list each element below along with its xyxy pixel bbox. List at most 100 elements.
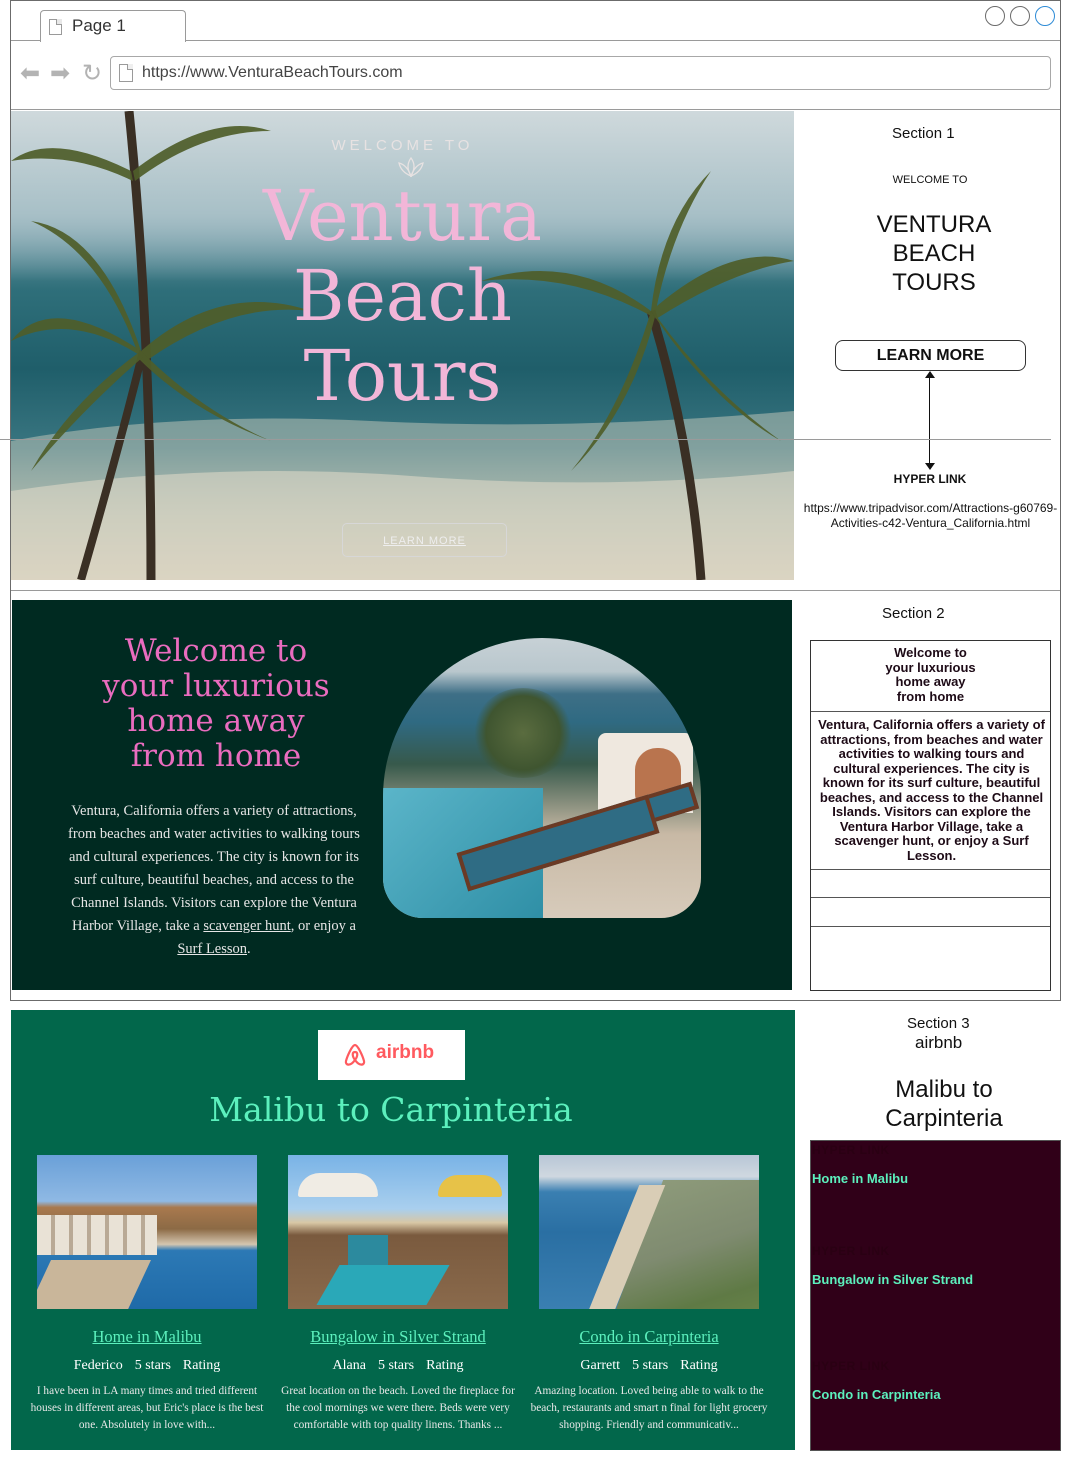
section-2-body-note: Ventura, California offers a variety of … bbox=[818, 717, 1045, 863]
review-rating-label: Rating bbox=[680, 1358, 718, 1373]
review-stars: 5 stars bbox=[377, 1358, 415, 1373]
hero-title-line-2: Beach bbox=[293, 255, 512, 337]
welcome-body-middle: , or enjoy a bbox=[290, 918, 356, 934]
section-1-title-line: VENTURA bbox=[876, 211, 992, 238]
hero-title-line-1: Ventura bbox=[262, 175, 543, 257]
scavenger-hunt-link[interactable]: scavenger hunt bbox=[203, 918, 290, 934]
section-divider bbox=[11, 590, 1060, 591]
section-3-title-note: Malibu to Carpinteria bbox=[858, 1075, 1030, 1133]
browser-tab[interactable]: Page 1 bbox=[40, 10, 186, 42]
text-box-divider bbox=[811, 711, 1050, 712]
umbrella bbox=[298, 1173, 378, 1197]
section-1-label: Section 1 bbox=[892, 125, 955, 142]
maximize-icon[interactable] bbox=[1010, 6, 1030, 26]
section-2-heading-line: home away bbox=[895, 674, 966, 689]
welcome-heading: Welcome to your luxurious home away from… bbox=[72, 634, 360, 774]
surf-lesson-link[interactable]: Surf Lesson bbox=[177, 941, 247, 957]
section-1-title-line: TOURS bbox=[892, 269, 976, 296]
refresh-icon[interactable]: ↻ bbox=[82, 62, 102, 86]
welcome-heading-line: Welcome to bbox=[124, 633, 308, 669]
hero-learn-more-button[interactable]: LEARN MORE bbox=[342, 523, 507, 557]
section-2-text-box: Welcome to your luxurious home away from… bbox=[810, 640, 1051, 991]
home-in-malibu-link[interactable]: Home in Malibu bbox=[812, 1171, 908, 1186]
listings-heading: Malibu to Carpinteria bbox=[209, 1090, 573, 1129]
section-2-heading-line: your luxurious bbox=[885, 659, 976, 675]
section-1-title-line: BEACH bbox=[892, 240, 976, 267]
hero-title-line-3: Tours bbox=[303, 335, 502, 417]
malibu-home-photo[interactable] bbox=[37, 1155, 257, 1309]
condo-link[interactable]: Condo in Carpinteria bbox=[812, 1387, 941, 1402]
chrome-divider bbox=[11, 109, 1060, 110]
bungalow-link[interactable]: Bungalow in Silver Strand bbox=[812, 1272, 973, 1287]
arrow-down-icon bbox=[925, 463, 935, 470]
hyperlink-label: HYPER LINK bbox=[812, 1143, 890, 1157]
sand bbox=[37, 1260, 151, 1309]
section-2-heading-note: Welcome to your luxurious home away from… bbox=[811, 645, 1050, 704]
section-2-label: Section 2 bbox=[882, 605, 945, 622]
review-meta: Alana 5 stars Rating bbox=[268, 1358, 528, 1374]
text-box-divider bbox=[811, 869, 1050, 870]
beach-houses bbox=[37, 1215, 157, 1255]
text-box-divider bbox=[811, 926, 1050, 927]
page-icon bbox=[119, 64, 133, 82]
review-text: I have been in LA many times and tried d… bbox=[30, 1385, 264, 1431]
welcome-heading-line: your luxurious bbox=[102, 668, 330, 704]
airbnb-logo[interactable]: airbnb bbox=[318, 1030, 465, 1080]
review-text: Amazing location. Loved being able to wa… bbox=[530, 1385, 768, 1431]
hyperlink-label: HYPER LINK bbox=[812, 1359, 890, 1373]
section-3-label: Section 3 bbox=[907, 1015, 970, 1032]
review-meta: Federico 5 stars Rating bbox=[17, 1358, 277, 1374]
listing-link[interactable]: Bungalow in Silver Strand bbox=[268, 1327, 528, 1347]
hyperlink-label: HYPER LINK bbox=[893, 472, 967, 486]
listing-link[interactable]: Condo in Carpinteria bbox=[519, 1327, 779, 1347]
url-text: https://www.VenturaBeachTours.com bbox=[142, 64, 403, 81]
review-stars: 5 stars bbox=[134, 1358, 171, 1373]
reviewer-name: Alana bbox=[332, 1358, 366, 1373]
hyperlink-label: HYPER LINK bbox=[812, 1244, 890, 1258]
reviewer-name: Garrett bbox=[580, 1358, 621, 1373]
hero-banner: WELCOME TO Ventura Beach Tours LEARN MOR… bbox=[11, 111, 794, 580]
section-1-title-note: VENTURA BEACH TOURS bbox=[854, 210, 1014, 297]
section-3-links-box: HYPER LINK Home in Malibu HYPER LINK Bun… bbox=[810, 1140, 1061, 1451]
back-arrow-icon[interactable]: ⬅ bbox=[20, 62, 40, 86]
listings-panel: airbnb Malibu to Carpinteria Home in Mal… bbox=[11, 1010, 795, 1450]
learn-more-button-note[interactable]: LEARN MORE bbox=[835, 340, 1026, 371]
umbrella bbox=[438, 1175, 502, 1197]
reviewer-name: Federico bbox=[73, 1358, 123, 1373]
arrow-up-icon bbox=[925, 371, 935, 378]
palm-foliage bbox=[473, 688, 573, 778]
welcome-body-end: . bbox=[247, 941, 251, 957]
airbnb-wordmark: airbnb bbox=[376, 1042, 435, 1063]
text-box-divider bbox=[811, 897, 1050, 898]
section-3-title-line: Carpinteria bbox=[885, 1105, 1003, 1132]
welcome-panel: Welcome to your luxurious home away from… bbox=[12, 600, 792, 990]
welcome-heading-line: home away bbox=[127, 703, 305, 739]
section-2-heading-line: from home bbox=[896, 688, 965, 704]
listing-link[interactable]: Home in Malibu bbox=[17, 1327, 277, 1347]
section-1-welcome-note: WELCOME TO bbox=[892, 174, 968, 186]
welcome-body-text: Ventura, California offers a variety of … bbox=[64, 800, 364, 961]
close-icon[interactable] bbox=[1035, 6, 1055, 26]
address-bar[interactable]: https://www.VenturaBeachTours.com bbox=[110, 56, 1051, 90]
review-meta: Garrett 5 stars Rating bbox=[519, 1358, 779, 1374]
airbnb-icon bbox=[344, 1043, 366, 1066]
minimize-icon[interactable] bbox=[985, 6, 1005, 26]
section-3-brand-note: airbnb bbox=[915, 1033, 963, 1052]
link-arrow-connector bbox=[929, 374, 930, 466]
welcome-heading-line: from home bbox=[130, 738, 302, 774]
carpinteria-aerial-photo[interactable] bbox=[539, 1155, 759, 1309]
section-2-heading-line: Welcome to bbox=[894, 645, 967, 660]
review-rating-label: Rating bbox=[426, 1358, 464, 1373]
tab-label: Page 1 bbox=[72, 16, 126, 35]
deck-rug bbox=[316, 1265, 450, 1305]
forward-arrow-icon[interactable]: ➡ bbox=[50, 62, 70, 86]
bungalow-photo[interactable] bbox=[288, 1155, 508, 1309]
patio-chair bbox=[348, 1235, 388, 1265]
review-rating-label: Rating bbox=[182, 1358, 221, 1373]
hero-welcome-text: WELCOME TO bbox=[331, 137, 474, 154]
poolside-image bbox=[383, 638, 701, 918]
hyperlink-url[interactable]: https://www.tripadvisor.com/Attractions-… bbox=[803, 501, 1058, 530]
section-3-title-line: Malibu to bbox=[895, 1076, 993, 1103]
review-stars: 5 stars bbox=[632, 1358, 669, 1373]
page-icon bbox=[49, 19, 62, 35]
